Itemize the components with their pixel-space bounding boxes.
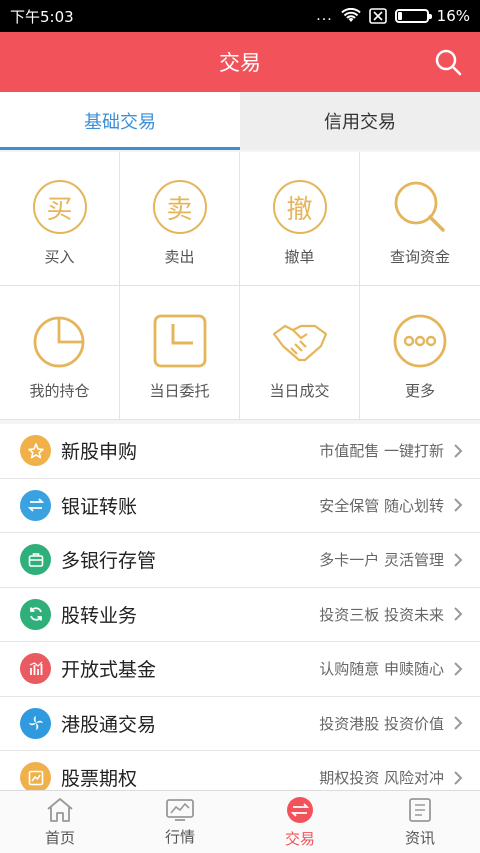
wifi-icon xyxy=(340,8,361,22)
nav-news[interactable]: 资讯 xyxy=(360,791,480,853)
list-item-name: 港股通交易 xyxy=(61,713,157,736)
grid-more-label: 更多 xyxy=(404,382,435,400)
tab-basic-trade[interactable]: 基础交易 xyxy=(0,92,240,150)
pie-chart-icon xyxy=(33,316,84,368)
battery-level xyxy=(397,12,402,20)
chevron-right-icon xyxy=(454,716,463,730)
buy-icon: 买 xyxy=(31,178,89,236)
battery-percent: 16% xyxy=(436,7,470,25)
transfer-icon xyxy=(20,489,51,521)
status-time: 下午5:03 xyxy=(10,7,74,26)
list-item-name: 开放式基金 xyxy=(61,659,157,682)
bottom-nav: 首页 行情 交易 资讯 xyxy=(0,790,480,853)
status-bar: 下午5:03 ... 16% xyxy=(0,0,480,32)
list-item-name: 股票期权 xyxy=(61,768,138,791)
more-icon xyxy=(393,314,447,368)
sell-icon: 卖 xyxy=(151,178,209,236)
grid-sell-label: 卖出 xyxy=(164,248,195,266)
nav-trade[interactable]: 交易 xyxy=(240,791,360,853)
nav-market-label: 行情 xyxy=(164,827,195,846)
grid-today-orders-label: 当日委托 xyxy=(149,382,210,400)
chevron-right-icon xyxy=(454,444,463,458)
list-item-hk-connect[interactable]: 港股通交易 投资港股 投资价值 xyxy=(0,697,480,751)
list-item-open-fund[interactable]: 开放式基金 认购随意 申赎随心 xyxy=(0,642,480,697)
grid-more[interactable]: 更多 xyxy=(360,286,480,420)
briefcase-icon xyxy=(20,544,51,576)
search-funds-icon xyxy=(394,181,445,232)
chart-icon xyxy=(20,762,51,794)
status-icons: ... 16% xyxy=(316,7,470,25)
buy-icon-char: 买 xyxy=(32,180,87,234)
list-item-name: 银证转账 xyxy=(61,495,138,518)
list-item-bank-transfer[interactable]: 银证转账 安全保管 随心划转 xyxy=(0,479,480,533)
grid-buy-label: 买入 xyxy=(44,248,75,266)
refresh-icon xyxy=(20,598,51,630)
trade-tabs: 基础交易 信用交易 xyxy=(0,92,480,150)
list-item-name: 股转业务 xyxy=(61,604,138,627)
grid-sell[interactable]: 卖 卖出 xyxy=(120,152,240,286)
bar-chart-icon xyxy=(20,653,51,685)
search-icon[interactable] xyxy=(432,46,464,78)
list-item-multi-bank[interactable]: 多银行存管 多卡一户 灵活管理 xyxy=(0,533,480,588)
list-item-share-transfer[interactable]: 股转业务 投资三板 投资未来 xyxy=(0,588,480,642)
list-item-desc: 安全保管 随心划转 xyxy=(319,496,444,515)
sell-icon-char: 卖 xyxy=(152,180,207,234)
star-icon xyxy=(20,435,51,467)
sim-icon xyxy=(368,8,387,24)
grid-search-funds-label: 查询资金 xyxy=(389,248,450,266)
list-item-desc: 多卡一户 灵活管理 xyxy=(319,551,444,570)
app-header: 交易 xyxy=(0,32,480,92)
grid-my-positions[interactable]: 我的持仓 xyxy=(0,286,120,420)
list-item-desc: 投资港股 投资价值 xyxy=(319,714,444,733)
list-item-desc: 认购随意 申赎随心 xyxy=(319,660,444,679)
chevron-right-icon xyxy=(454,662,463,676)
service-list: 新股申购 市值配售 一键打新 银证转账 安全保管 随心划转 多银行存管 多卡一户… xyxy=(0,424,480,806)
list-item-desc: 投资三板 投资未来 xyxy=(319,605,444,624)
news-icon xyxy=(409,797,431,822)
page-title: 交易 xyxy=(219,51,261,75)
grid-today-deals[interactable]: 当日成交 xyxy=(240,286,360,420)
home-icon xyxy=(47,797,73,822)
list-item-ipo[interactable]: 新股申购 市值配售 一键打新 xyxy=(0,424,480,479)
chevron-right-icon xyxy=(454,607,463,621)
chevron-right-icon xyxy=(454,771,463,785)
nav-market[interactable]: 行情 xyxy=(120,791,240,853)
nav-home[interactable]: 首页 xyxy=(0,791,120,853)
grid-search-funds[interactable]: 查询资金 xyxy=(360,152,480,286)
handshake-icon xyxy=(272,324,327,362)
grid-my-positions-label: 我的持仓 xyxy=(29,382,90,400)
nav-trade-label: 交易 xyxy=(284,829,315,848)
trade-icon xyxy=(287,796,313,823)
grid-today-orders[interactable]: 当日委托 xyxy=(120,286,240,420)
market-icon xyxy=(166,798,194,821)
tab-credit-trade[interactable]: 信用交易 xyxy=(240,92,480,150)
nav-home-label: 首页 xyxy=(44,828,75,847)
nav-news-label: 资讯 xyxy=(404,828,435,847)
function-grid: 买 买入 卖 卖出 撤 撤单 查询资金 我的持仓 当日委托 当日成交 更多 xyxy=(0,152,480,420)
grid-cancel-order[interactable]: 撤 撤单 xyxy=(240,152,360,286)
tab-basic-trade-label: 基础交易 xyxy=(84,112,156,133)
battery-icon xyxy=(394,9,432,23)
grid-buy[interactable]: 买 买入 xyxy=(0,152,120,286)
list-item-name: 多银行存管 xyxy=(61,550,157,573)
list-item-desc: 期权投资 风险对冲 xyxy=(319,769,444,788)
cancel-order-icon-char: 撤 xyxy=(272,180,327,234)
chevron-right-icon xyxy=(454,553,463,567)
signal-dots-icon: ... xyxy=(316,8,333,24)
list-item-desc: 市值配售 一键打新 xyxy=(319,442,444,461)
clock-icon xyxy=(153,314,206,368)
cancel-order-icon: 撤 xyxy=(271,178,329,236)
grid-cancel-order-label: 撤单 xyxy=(284,248,315,266)
list-item-name: 新股申购 xyxy=(61,441,138,464)
chevron-right-icon xyxy=(454,498,463,512)
grid-today-deals-label: 当日成交 xyxy=(269,382,330,400)
bauhinia-icon xyxy=(20,707,51,739)
tab-credit-trade-label: 信用交易 xyxy=(324,112,396,133)
